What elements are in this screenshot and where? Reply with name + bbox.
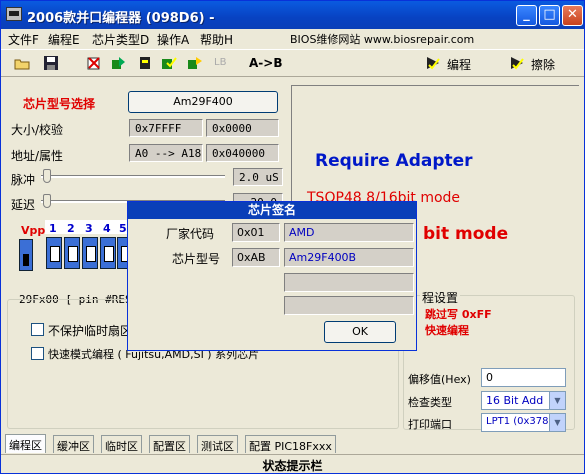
menu-file[interactable]: 文件F	[8, 31, 39, 48]
save-icon[interactable]	[43, 55, 59, 71]
dip-switch-3[interactable]	[82, 237, 98, 269]
erase-button[interactable]: 擦除	[531, 56, 555, 73]
status-bar: 状态提示栏	[1, 454, 584, 473]
port-select[interactable]: LPT1 (0x378) ▼	[481, 413, 566, 432]
dip-number-5: 5	[119, 222, 127, 235]
open-folder-icon[interactable]	[14, 55, 30, 71]
pulse-slider[interactable]	[41, 175, 225, 178]
ok-button[interactable]: OK	[324, 321, 396, 343]
offset-input[interactable]: 0	[481, 368, 566, 387]
fast-program-option[interactable]: 快速编程	[425, 322, 469, 338]
port-label: 打印端口	[408, 418, 452, 431]
lock-bits-button[interactable]: LB	[214, 57, 226, 68]
chip-select-label: 芯片型号选择	[23, 97, 96, 111]
erase-icon	[511, 57, 524, 70]
pulse-value: 2.0 uS	[233, 168, 283, 186]
attribute-field: 0x040000	[206, 144, 279, 162]
menu-chip-type[interactable]: 芯片类型D	[92, 31, 149, 48]
chip-signature-dialog: 芯片签名 厂家代码 0x01 AMD 芯片型号 0xAB Am29F400B O…	[127, 201, 417, 351]
menu-program[interactable]: 编程E	[48, 31, 80, 48]
tab-config[interactable]: 配置区	[149, 435, 190, 453]
prog-settings-title: 程设置	[420, 289, 461, 306]
vpp-jumper[interactable]	[19, 239, 33, 271]
write-chip-icon[interactable]	[187, 55, 203, 71]
check-type-value: 16 Bit Add	[486, 394, 544, 407]
menu-help[interactable]: 帮助H	[200, 31, 233, 48]
a-to-b-button[interactable]: A->B	[249, 56, 282, 70]
address-range-field: A0 --> A18	[129, 144, 203, 162]
title-bar: 2006款并口编程器 (098D6) - _ □ ✕	[1, 1, 584, 29]
checksum-field: 0x0000	[206, 119, 279, 137]
chip-size-field: 0x7FFFF	[129, 119, 203, 137]
tab-buffer[interactable]: 缓冲区	[53, 435, 94, 453]
vpp-label: Vpp	[21, 224, 46, 237]
dip-switch-1[interactable]	[46, 237, 62, 269]
pulse-label: 脉冲	[11, 173, 36, 187]
chevron-down-icon[interactable]: ▼	[549, 414, 565, 431]
dip-switch-2[interactable]	[64, 237, 80, 269]
main-window: 2006款并口编程器 (098D6) - _ □ ✕ 文件F 编程E 芯片类型D…	[0, 0, 585, 474]
menu-operation[interactable]: 操作A	[157, 31, 189, 48]
pulse-slider-thumb[interactable]	[43, 169, 51, 183]
size-check-label: 大小/校验	[11, 123, 64, 137]
adapter-title: Require Adapter	[315, 151, 473, 171]
chip-type-code-field: 0xAB	[232, 248, 280, 267]
tab-config-pic18[interactable]: 配置 PIC18Fxxx	[245, 435, 336, 453]
vendor-name-field: AMD	[284, 223, 414, 242]
chip-select-button[interactable]: Am29F400	[128, 91, 278, 113]
no-protect-label: 不保护临时扇区	[48, 324, 133, 338]
tab-test[interactable]: 测试区	[197, 435, 238, 453]
menu-website[interactable]: BIOS维修网站 www.biosrepair.com	[290, 31, 474, 47]
tab-program-area[interactable]: 编程区	[5, 434, 46, 453]
tab-temp[interactable]: 临时区	[101, 435, 142, 453]
delay-label: 延迟	[11, 198, 36, 212]
menu-bar: 文件F 编程E 芯片类型D 操作A 帮助H BIOS维修网站 www.biosr…	[1, 29, 584, 47]
dip-number-3: 3	[85, 222, 93, 235]
fast-mode-checkbox[interactable]	[31, 347, 44, 360]
verify-icon[interactable]	[161, 55, 177, 71]
chip-info-icon[interactable]	[137, 55, 153, 71]
maximize-button[interactable]: □	[539, 5, 560, 26]
dip-number-4: 4	[103, 222, 111, 235]
window-title: 2006款并口编程器 (098D6) -	[27, 11, 215, 26]
check-type-label: 检查类型	[408, 396, 452, 409]
app-icon	[6, 7, 22, 21]
addr-attr-label: 地址/属性	[11, 149, 64, 163]
dip-number-1: 1	[49, 222, 57, 235]
adapter-bit-mode: bit mode	[423, 224, 509, 244]
delay-slider-thumb[interactable]	[43, 194, 51, 208]
program-icon	[427, 57, 440, 70]
check-type-select[interactable]: 16 Bit Add ▼	[481, 391, 566, 410]
dip-switch-4[interactable]	[100, 237, 116, 269]
toolbar: LB A->B 编程 擦除	[1, 49, 584, 77]
minimize-button[interactable]: _	[516, 5, 537, 26]
port-value: LPT1 (0x378)	[486, 416, 553, 427]
blank-check-icon[interactable]	[86, 55, 102, 71]
offset-label: 偏移值(Hex)	[408, 373, 471, 386]
dip-number-2: 2	[67, 222, 75, 235]
vendor-code-label: 厂家代码	[166, 227, 215, 241]
vendor-code-field: 0x01	[232, 223, 280, 242]
read-chip-icon[interactable]	[111, 55, 127, 71]
program-button[interactable]: 编程	[447, 56, 471, 73]
close-button[interactable]: ✕	[562, 5, 583, 26]
chevron-down-icon[interactable]: ▼	[549, 392, 565, 409]
skip-ff-option[interactable]: 跳过写 0xFF	[425, 306, 492, 322]
extra-field-1	[284, 273, 414, 292]
chip-type-name-field: Am29F400B	[284, 248, 414, 267]
chip-type-label: 芯片型号	[172, 252, 221, 266]
extra-field-2	[284, 296, 414, 315]
dialog-title: 芯片签名	[128, 202, 416, 219]
no-protect-checkbox[interactable]	[31, 323, 44, 336]
